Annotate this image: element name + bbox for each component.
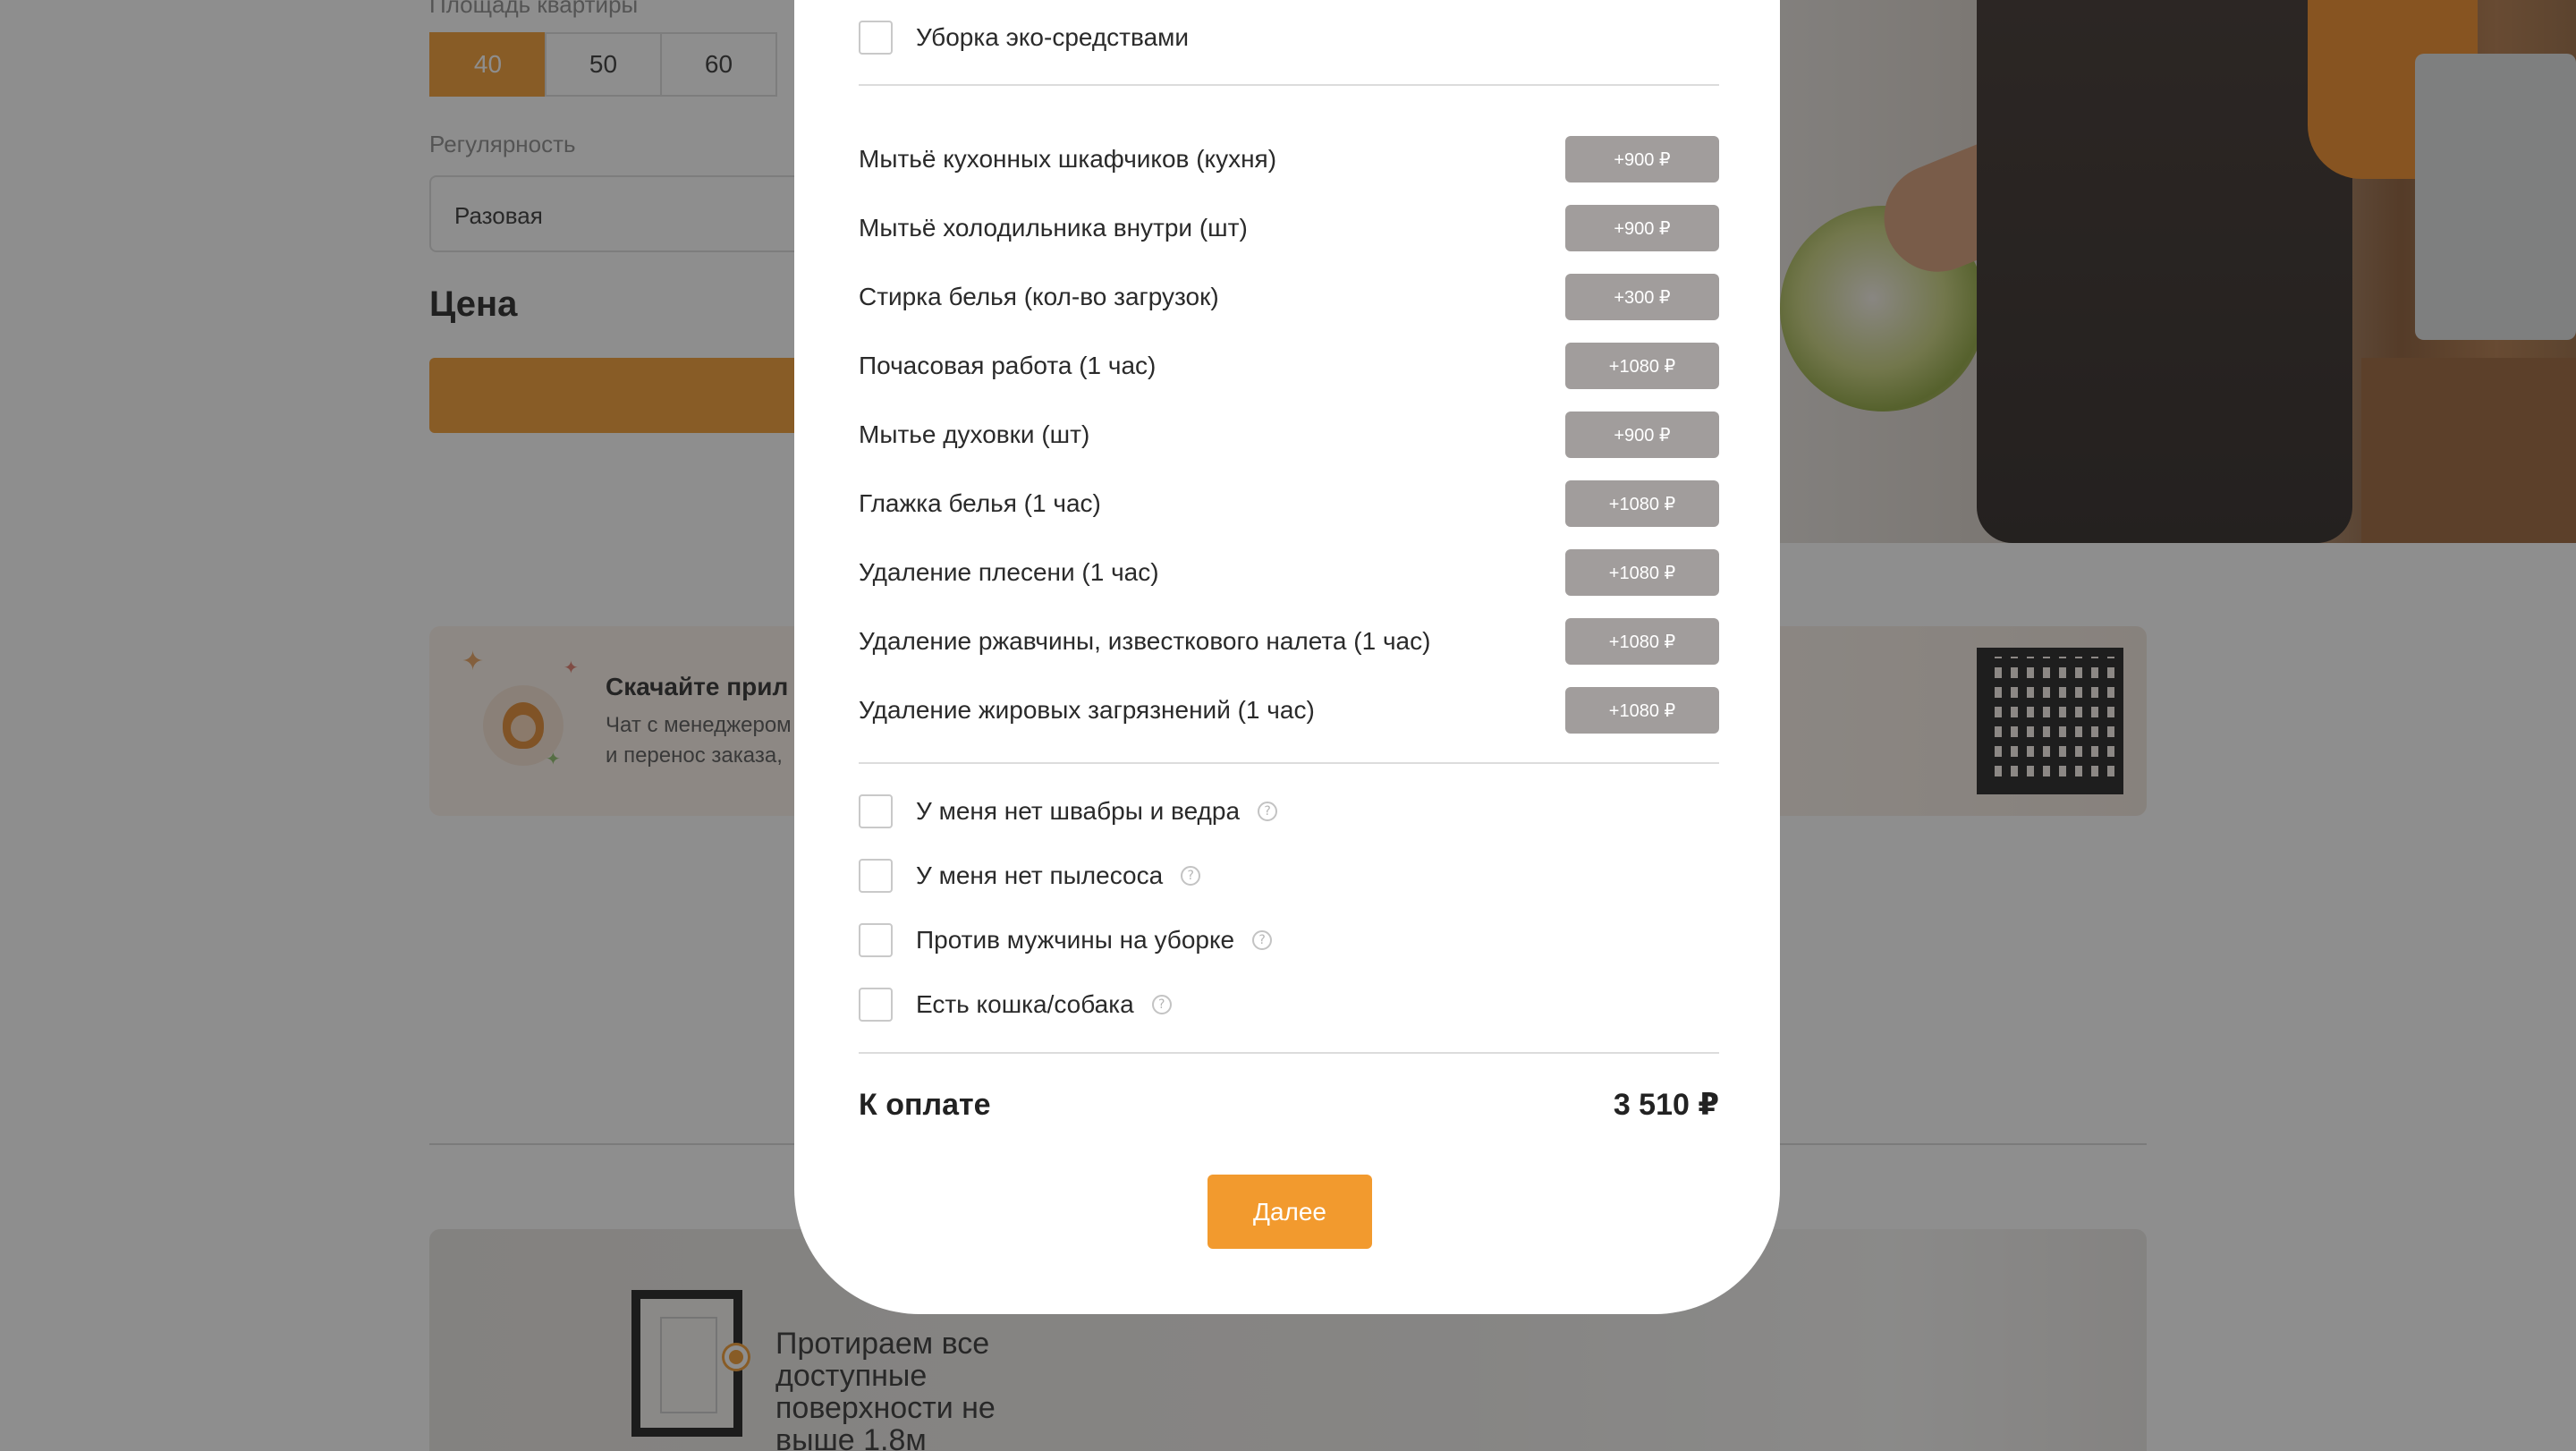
option-row-no-male[interactable]: Против мужчины на уборке ? — [859, 922, 1273, 958]
service-add-button[interactable]: +1080 ₽ — [1565, 618, 1719, 665]
service-row: Мытье духовки (шт) +900 ₽ — [859, 410, 1719, 460]
modal-divider — [859, 1052, 1719, 1054]
service-row: Почасовая работа (1 час) +1080 ₽ — [859, 341, 1719, 391]
option-row-no-mop[interactable]: У меня нет швабры и ведра ? — [859, 793, 1278, 829]
option-label: Против мужчины на уборке — [916, 926, 1235, 954]
service-add-button[interactable]: +300 ₽ — [1565, 274, 1719, 320]
service-row: Мытьё кухонных шкафчиков (кухня) +900 ₽ — [859, 134, 1719, 184]
service-row: Удаление ржавчины, известкового налета (… — [859, 616, 1719, 666]
service-name: Удаление жировых загрязнений (1 час) — [859, 696, 1315, 724]
total-row: К оплате 3 510 ₽ — [859, 1087, 1719, 1123]
service-name: Мытьё кухонных шкафчиков (кухня) — [859, 145, 1277, 173]
service-add-button[interactable]: +900 ₽ — [1565, 136, 1719, 182]
service-name: Стирка белья (кол-во загрузок) — [859, 283, 1219, 310]
extra-services-modal: Уборка эко-средствами Мытьё кухонных шка… — [794, 0, 1780, 1314]
service-add-button[interactable]: +900 ₽ — [1565, 205, 1719, 251]
info-icon[interactable]: ? — [1181, 866, 1201, 886]
service-add-button[interactable]: +1080 ₽ — [1565, 480, 1719, 527]
option-row-no-vacuum[interactable]: У меня нет пылесоса ? — [859, 858, 1201, 894]
eco-option-row[interactable]: Уборка эко-средствами — [859, 20, 1189, 55]
option-label: У меня нет швабры и ведра — [916, 797, 1241, 825]
service-add-button[interactable]: +1080 ₽ — [1565, 549, 1719, 596]
modal-divider — [859, 762, 1719, 764]
eco-checkbox[interactable] — [859, 21, 893, 55]
total-value: 3 510 ₽ — [1613, 1088, 1719, 1122]
service-name: Мытье духовки (шт) — [859, 420, 1090, 448]
service-name: Почасовая работа (1 час) — [859, 352, 1157, 379]
service-row: Глажка белья (1 час) +1080 ₽ — [859, 479, 1719, 529]
option-checkbox[interactable] — [859, 988, 893, 1022]
service-add-button[interactable]: +900 ₽ — [1565, 412, 1719, 458]
service-name: Удаление плесени (1 час) — [859, 558, 1159, 586]
option-label: Есть кошка/собака — [916, 990, 1134, 1018]
next-button[interactable]: Далее — [1208, 1175, 1372, 1249]
info-icon[interactable]: ? — [1258, 802, 1278, 821]
info-icon[interactable]: ? — [1151, 995, 1172, 1014]
option-label: У меня нет пылесоса — [916, 861, 1164, 889]
service-row: Мытьё холодильника внутри (шт) +900 ₽ — [859, 203, 1719, 253]
service-add-button[interactable]: +1080 ₽ — [1565, 687, 1719, 734]
service-add-button[interactable]: +1080 ₽ — [1565, 343, 1719, 389]
option-row-pets[interactable]: Есть кошка/собака ? — [859, 987, 1172, 1022]
eco-option-label: Уборка эко-средствами — [916, 23, 1190, 51]
option-checkbox[interactable] — [859, 794, 893, 828]
total-label: К оплате — [859, 1087, 991, 1122]
service-row: Удаление жировых загрязнений (1 час) +10… — [859, 685, 1719, 735]
option-checkbox[interactable] — [859, 859, 893, 893]
option-checkbox[interactable] — [859, 923, 893, 957]
info-icon[interactable]: ? — [1252, 930, 1273, 950]
service-name: Мытьё холодильника внутри (шт) — [859, 214, 1248, 242]
service-name: Глажка белья (1 час) — [859, 489, 1101, 517]
service-name: Удаление ржавчины, известкового налета (… — [859, 627, 1431, 655]
service-row: Удаление плесени (1 час) +1080 ₽ — [859, 547, 1719, 598]
modal-divider — [859, 84, 1719, 86]
service-row: Стирка белья (кол-во загрузок) +300 ₽ — [859, 272, 1719, 322]
